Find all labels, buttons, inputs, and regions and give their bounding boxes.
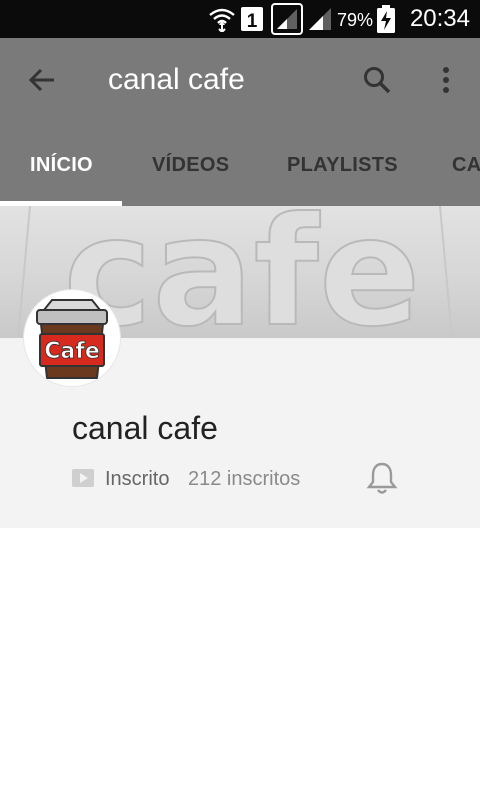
channel-name: canal cafe (72, 410, 218, 446)
channel-avatar[interactable]: Cafe (24, 290, 120, 386)
tab-playlists[interactable]: PLAYLISTS (287, 152, 398, 178)
subscribed-button[interactable]: Inscrito (105, 466, 169, 492)
signal-icon (309, 8, 331, 30)
wifi-icon (209, 8, 235, 32)
tab-inicio[interactable]: INÍCIO (30, 152, 93, 178)
battery-percent: 79% (336, 10, 373, 30)
tab-bar: INÍCIO VÍDEOS PLAYLISTS CA (0, 122, 480, 206)
app-bar: canal cafe (0, 38, 480, 122)
sim-slot-label: 1 (247, 11, 258, 32)
bell-icon[interactable] (366, 461, 398, 495)
battery-charging-icon (377, 5, 395, 33)
search-icon[interactable] (362, 65, 392, 95)
signal-icon (271, 3, 303, 35)
subscribed-icon (72, 469, 94, 487)
cup-logo: Cafe (36, 299, 108, 379)
tab-channels-partial[interactable]: CA (452, 152, 480, 178)
back-arrow-icon[interactable] (28, 66, 56, 94)
avatar-logo-text: Cafe (44, 339, 99, 364)
more-vert-icon[interactable] (440, 66, 452, 94)
status-bar: 1 79% 20:34 (0, 0, 480, 38)
banner-logo-text: cafe (63, 206, 420, 338)
sim-1-icon: 1 (241, 7, 263, 32)
clock: 20:34 (409, 5, 470, 32)
tab-videos[interactable]: VÍDEOS (152, 152, 229, 178)
subscriber-count: 212 inscritos (188, 468, 301, 490)
page-title: canal cafe (108, 63, 245, 96)
